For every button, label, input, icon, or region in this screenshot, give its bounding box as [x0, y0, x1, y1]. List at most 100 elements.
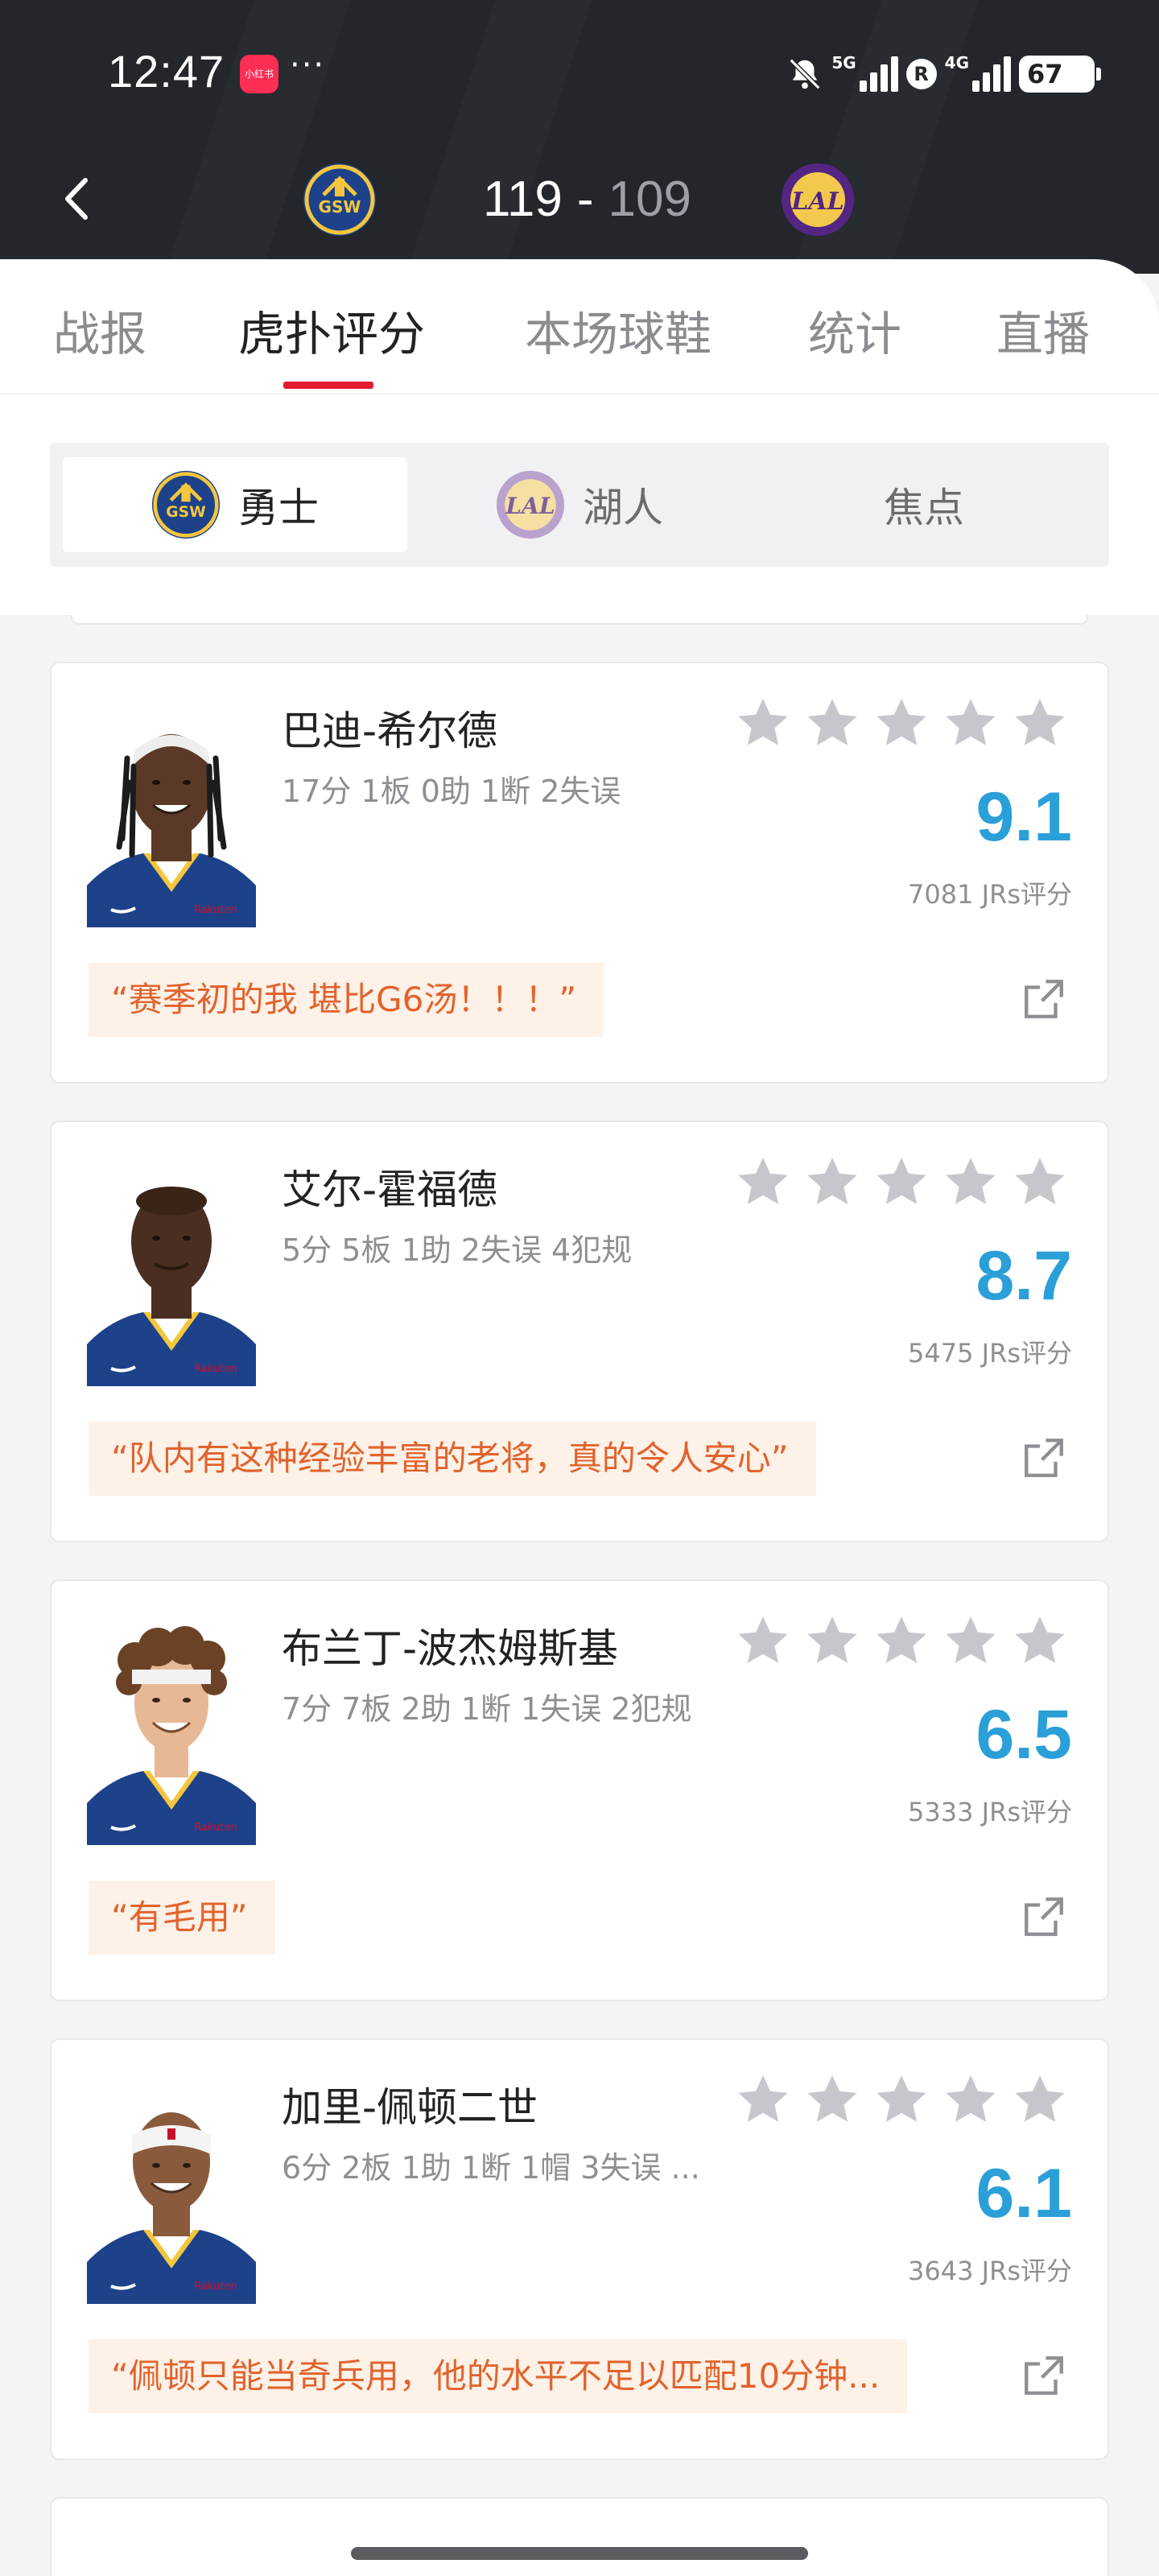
- svg-text:Rakuten: Rakuten: [194, 904, 237, 916]
- rating-votes: 3643 JRs评分: [908, 2256, 1072, 2286]
- svg-text:GSW: GSW: [166, 504, 206, 521]
- home-indicator[interactable]: [351, 2547, 808, 2560]
- gsw-logo: GSW: [303, 163, 376, 236]
- star-icon[interactable]: [1011, 1153, 1069, 1211]
- star-icon[interactable]: [942, 2070, 1000, 2128]
- player-name: 布兰丁-波杰姆斯基: [282, 1625, 619, 1672]
- player-card[interactable]: Rakuten 艾尔-霍福德 5分 5板 1助 2失误 4犯规 8.7 5475…: [50, 1121, 1109, 1542]
- system-icons: 5G R 4G 67: [786, 52, 1101, 97]
- segment-warriors[interactable]: GSW 勇士: [63, 457, 407, 552]
- mute-bell-icon: [789, 58, 821, 90]
- rating-votes: 7081 JRs评分: [908, 879, 1072, 910]
- star-rating[interactable]: [734, 2070, 1069, 2128]
- star-icon[interactable]: [734, 694, 792, 752]
- player-avatar: Rakuten: [87, 1161, 256, 1386]
- star-icon[interactable]: [942, 1612, 1000, 1670]
- svg-text:LAL: LAL: [790, 188, 843, 216]
- tab-hupu-rating[interactable]: 虎扑评分: [238, 296, 425, 364]
- game-header: 12:47 小红书 ··· 5G R 4G 67 GSW 119 - 109 L…: [0, 0, 1159, 274]
- star-rating[interactable]: [734, 1612, 1069, 1670]
- home-score: 119: [483, 171, 563, 227]
- player-avatar: Rakuten: [87, 702, 256, 927]
- segment-lakers[interactable]: LAL 湖人: [407, 457, 752, 552]
- top-comment[interactable]: “佩顿只能当奇兵用，他的水平不足以匹配10分钟...: [89, 2339, 908, 2413]
- player-card-next[interactable]: [50, 2497, 1109, 2576]
- lal-logo: LAL: [496, 470, 565, 539]
- star-icon[interactable]: [803, 1612, 861, 1670]
- more-notifications-icon: ···: [290, 47, 326, 84]
- tab-live[interactable]: 直播: [996, 296, 1090, 364]
- player-rating-score: 6.1: [975, 2155, 1072, 2232]
- star-icon[interactable]: [803, 694, 861, 752]
- star-rating[interactable]: [734, 694, 1069, 752]
- star-icon[interactable]: [872, 694, 930, 752]
- star-icon[interactable]: [734, 1612, 792, 1670]
- player-stats: 6分 2板 1助 1断 1帽 3失误 ...: [282, 2150, 700, 2186]
- lal-logo: LAL: [782, 163, 854, 236]
- status-bar: 12:47 小红书 ··· 5G R 4G 67: [0, 0, 1159, 145]
- signal-4g-label: 4G: [944, 53, 969, 72]
- team-segment-control: GSW 勇士 LAL 湖人 焦点: [50, 443, 1109, 567]
- back-button[interactable]: [55, 171, 103, 227]
- segment-warriors-label: 勇士: [238, 485, 319, 531]
- gsw-logo: GSW: [151, 470, 221, 539]
- player-stats: 7分 7板 2助 1断 1失误 2犯规: [282, 1691, 692, 1727]
- star-icon[interactable]: [1011, 2070, 1069, 2128]
- scoreboard: 119-109: [483, 171, 691, 228]
- star-icon[interactable]: [872, 1153, 930, 1211]
- star-icon[interactable]: [803, 2070, 861, 2128]
- player-name: 艾尔-霍福德: [282, 1166, 498, 1213]
- tab-stats[interactable]: 统计: [808, 296, 901, 364]
- star-icon[interactable]: [734, 1153, 792, 1211]
- svg-text:GSW: GSW: [319, 197, 361, 217]
- player-rating-score: 8.7: [975, 1237, 1072, 1315]
- player-name: 巴迪-希尔德: [282, 708, 498, 754]
- share-icon[interactable]: [1021, 1435, 1067, 1481]
- star-icon[interactable]: [1011, 694, 1069, 752]
- player-stats: 5分 5板 1助 2失误 4犯规: [282, 1232, 633, 1268]
- status-time: 12:47: [108, 46, 225, 97]
- xiaohongshu-app-icon: 小红书: [240, 55, 278, 93]
- share-icon[interactable]: [1021, 976, 1067, 1022]
- top-comment[interactable]: “赛季初的我 堪比G6汤！！！”: [89, 963, 604, 1037]
- player-card[interactable]: Rakuten 加里-佩顿二世 6分 2板 1助 1断 1帽 3失误 ... 6…: [50, 2038, 1109, 2460]
- signal-5g-label: 5G: [831, 53, 856, 72]
- star-icon[interactable]: [803, 1153, 861, 1211]
- player-card[interactable]: Rakuten 布兰丁-波杰姆斯基 7分 7板 2助 1断 1失误 2犯规 6.…: [50, 1579, 1109, 2001]
- star-icon[interactable]: [872, 2070, 930, 2128]
- away-score: 109: [608, 171, 691, 227]
- roaming-icon: R: [905, 59, 937, 89]
- signal-bars-icon: [859, 56, 898, 92]
- segment-lakers-label: 湖人: [583, 485, 663, 531]
- tab-report[interactable]: 战报: [53, 296, 146, 364]
- player-avatar: Rakuten: [87, 1620, 256, 1845]
- signal-bars-icon: [972, 56, 1011, 92]
- star-rating[interactable]: [734, 1153, 1069, 1211]
- player-rating-score: 9.1: [975, 778, 1072, 856]
- score-separator: -: [576, 171, 594, 227]
- active-tab-indicator: [283, 382, 373, 389]
- tab-sneakers[interactable]: 本场球鞋: [525, 296, 711, 364]
- star-icon[interactable]: [942, 1153, 1000, 1211]
- share-icon[interactable]: [1021, 1893, 1067, 1940]
- star-icon[interactable]: [734, 2070, 792, 2128]
- chevron-left-icon: [65, 178, 88, 220]
- star-icon[interactable]: [1011, 1612, 1069, 1670]
- player-stats: 17分 1板 0助 1断 2失误: [282, 774, 621, 809]
- svg-text:Rakuten: Rakuten: [194, 2281, 237, 2293]
- player-card[interactable]: Rakuten 巴迪-希尔德 17分 1板 0助 1断 2失误 9.1 7081…: [50, 662, 1109, 1084]
- player-name: 加里-佩顿二世: [282, 2084, 538, 2131]
- player-rating-list: Rakuten 巴迪-希尔德 17分 1板 0助 1断 2失误 9.1 7081…: [0, 615, 1159, 2576]
- previous-card-edge: [71, 615, 1088, 625]
- share-icon[interactable]: [1021, 2352, 1067, 2399]
- svg-text:LAL: LAL: [505, 493, 555, 519]
- top-comment[interactable]: “有毛用”: [89, 1880, 275, 1955]
- player-avatar: Rakuten: [87, 2079, 256, 2304]
- star-icon[interactable]: [942, 694, 1000, 752]
- top-comment[interactable]: “队内有这种经验丰富的老将，真的令人安心”: [89, 1422, 816, 1496]
- segment-focus[interactable]: 焦点: [752, 457, 1096, 552]
- rating-votes: 5475 JRs评分: [908, 1338, 1072, 1368]
- svg-text:Rakuten: Rakuten: [194, 1363, 237, 1375]
- star-icon[interactable]: [872, 1612, 930, 1670]
- rating-panel: 战报 虎扑评分 本场球鞋 统计 直播 GSW 勇士 LAL 湖人 焦点: [0, 259, 1159, 615]
